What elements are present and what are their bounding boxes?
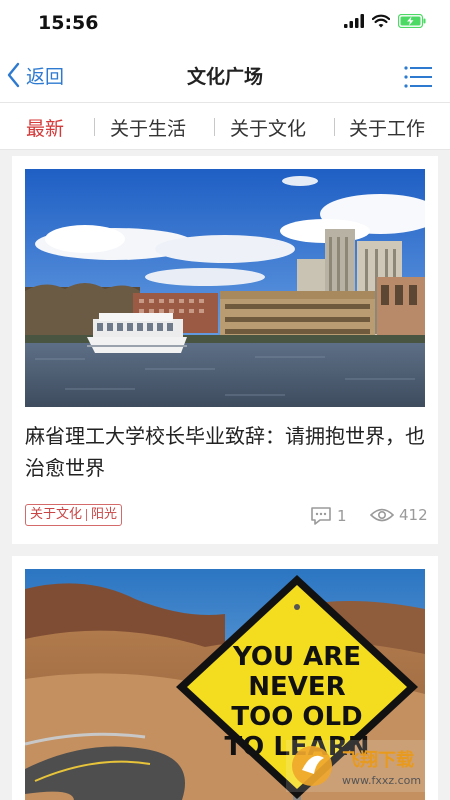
watermark-url: www.fxxz.com: [342, 774, 421, 787]
tag-category: 关于文化: [30, 507, 83, 522]
article-title[interactable]: 麻省理工大学校长毕业致辞：请拥抱世界，也治愈世界: [25, 420, 425, 484]
wifi-icon: [372, 14, 390, 28]
sign-line: YOU ARE: [232, 642, 361, 672]
status-bar: 15:56: [0, 0, 450, 48]
article-image: [25, 169, 425, 407]
list-menu-icon: [404, 66, 432, 88]
nav-bar: 返回 文化广场: [0, 48, 450, 102]
watermark-brand: 飞翔下载: [342, 749, 414, 771]
menu-button[interactable]: [404, 66, 432, 88]
comment-count[interactable]: 1: [310, 506, 347, 526]
tag-divider: [86, 509, 88, 521]
article-card[interactable]: 麻省理工大学校长毕业致辞：请拥抱世界，也治愈世界 关于文化 阳光 1 412: [12, 156, 438, 544]
battery-charging-icon: [398, 14, 426, 28]
sign-line: NEVER: [248, 672, 345, 702]
status-time: 15:56: [38, 12, 99, 34]
view-count-value: 412: [399, 506, 428, 524]
category-tag[interactable]: 关于文化 阳光: [25, 504, 123, 526]
sign-line: TOO OLD: [231, 702, 362, 732]
category-tabs: 最新 关于生活 关于文化 关于工作: [0, 102, 450, 150]
tab-divider: [94, 118, 95, 136]
comment-icon: [311, 507, 331, 525]
watermark-logo: 飞翔下载 www.fxxz.com: [286, 740, 438, 792]
comment-count-value: 1: [337, 507, 347, 525]
eye-icon: [370, 508, 394, 522]
view-count: 412: [370, 506, 428, 524]
tab-latest[interactable]: 最新: [26, 114, 64, 141]
tab-about-life[interactable]: 关于生活: [110, 114, 186, 141]
tab-divider: [214, 118, 215, 136]
cellular-signal-icon: [344, 14, 364, 28]
tag-author: 阳光: [91, 507, 118, 522]
tab-about-culture[interactable]: 关于文化: [230, 114, 306, 141]
status-icons: [344, 14, 426, 28]
tab-divider: [334, 118, 335, 136]
page-title: 文化广场: [186, 66, 263, 88]
tab-about-work[interactable]: 关于工作: [349, 114, 425, 141]
